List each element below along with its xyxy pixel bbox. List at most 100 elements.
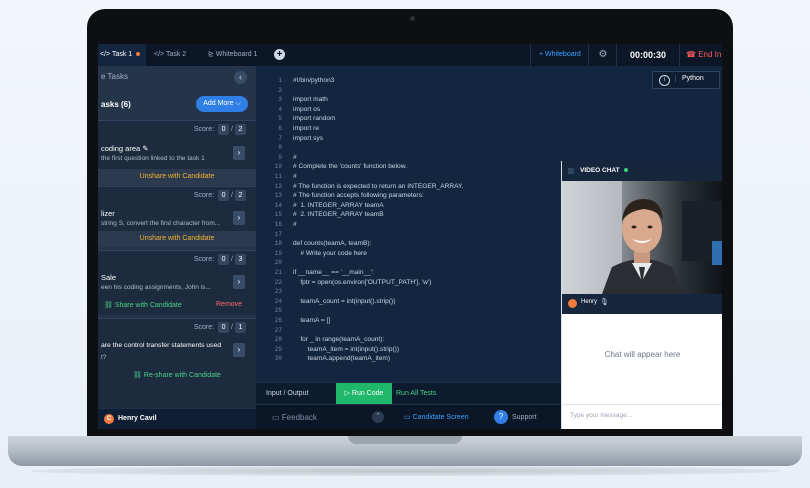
tab-label: </> Task 1 xyxy=(100,51,133,58)
run-code-button[interactable]: ▷ Run Code xyxy=(336,383,392,405)
laptop-shadow xyxy=(30,466,780,476)
code-text: # 1. INTEGER_ARRAY teamA xyxy=(293,201,384,209)
line-number: 26 xyxy=(274,317,282,324)
line-number: 25 xyxy=(274,307,282,315)
live-indicator-icon xyxy=(623,168,628,173)
line-number: 6 xyxy=(278,125,282,132)
code-text: teamA_count = int(input().strip()) xyxy=(293,297,396,305)
score-display: Score: 0/3 xyxy=(194,254,248,265)
unshare-button[interactable]: Unshare with Candidate xyxy=(98,169,256,185)
tab-task-1[interactable]: </> Task 1 xyxy=(98,44,146,66)
share-button[interactable]: ⛓ Share with Candidate xyxy=(104,301,182,309)
line-number: 28 xyxy=(274,336,282,344)
tab-label: ⊵ Whiteboard 1 xyxy=(208,51,258,58)
add-tab-icon[interactable]: + xyxy=(274,49,285,60)
score-value-input[interactable]: 0 xyxy=(218,254,230,265)
line-number: 12 xyxy=(274,182,282,190)
task-card[interactable]: Score: 0/1 are the control transfer stat… xyxy=(98,318,256,408)
line-number: 19 xyxy=(274,249,282,257)
tab-task-2[interactable]: </> Task 2 xyxy=(154,44,186,66)
task-card[interactable]: Score: 0/3 Sale een his coding assignmen… xyxy=(98,250,256,315)
feedback-button[interactable]: ▭ Feedback xyxy=(272,405,317,429)
code-line: 5 import random xyxy=(256,114,722,124)
chat-messages: Chat will appear here xyxy=(562,314,722,404)
code-text: #!/bin/python3 xyxy=(293,77,335,84)
code-line: 1 #!/bin/python3 xyxy=(256,76,722,86)
score-max: 3 xyxy=(235,254,246,265)
chevron-up-icon[interactable]: ⌃ xyxy=(372,411,384,423)
current-user-bar: C Henry Cavil xyxy=(98,408,256,429)
task-title: coding area ✎ xyxy=(101,144,149,153)
collapse-panel-icon[interactable]: ‹ xyxy=(234,71,247,84)
user-name: Henry Cavil xyxy=(118,415,157,422)
remove-button[interactable]: Remove xyxy=(216,301,242,308)
unsaved-dot-icon xyxy=(136,52,141,57)
candidate-screen-button[interactable]: ▭ Candidate Screen xyxy=(404,405,469,429)
mic-muted-icon[interactable]: 🎙 xyxy=(600,298,609,306)
score-value-input[interactable]: 0 xyxy=(218,190,230,201)
score-max: 1 xyxy=(235,322,246,333)
chat-input[interactable] xyxy=(568,411,712,420)
line-number: 20 xyxy=(274,259,282,267)
line-number: 4 xyxy=(278,105,282,113)
feedback-icon: ▭ xyxy=(272,413,280,422)
gear-icon[interactable]: ⚙ xyxy=(588,44,617,66)
task-card[interactable]: Score: 0/2 lizer string S, convert the f… xyxy=(98,186,256,247)
code-text: teamA = [] xyxy=(293,317,331,324)
score-value-input[interactable]: 0 xyxy=(218,124,230,135)
unshare-button[interactable]: Unshare with Candidate xyxy=(98,231,256,247)
reshare-button[interactable]: ⛓ Re-share with Candidate xyxy=(98,371,256,379)
task-title: Sale xyxy=(101,273,117,282)
chevron-right-icon[interactable]: › xyxy=(233,275,245,289)
line-number: 24 xyxy=(274,297,282,305)
end-label: End In xyxy=(698,50,722,59)
participant-avatar xyxy=(568,299,577,308)
code-text: def counts(teamA, teamB): xyxy=(293,240,372,248)
code-line: 6 import re xyxy=(256,124,722,134)
end-interview-button[interactable]: ☎ End In xyxy=(680,44,721,66)
code-text: # xyxy=(293,173,297,180)
code-line: 7 import sys xyxy=(256,134,722,144)
chevron-right-icon[interactable]: › xyxy=(233,343,245,357)
feedback-label: Feedback xyxy=(281,413,317,422)
score-value-input[interactable]: 0 xyxy=(218,322,230,333)
code-text: # 2. INTEGER_ARRAY teamB xyxy=(293,211,384,219)
task-card[interactable]: Score: 0/2 coding area ✎ the first quest… xyxy=(98,120,256,185)
run-all-tests-button[interactable]: Run All Tests xyxy=(396,383,436,405)
chevron-right-icon[interactable]: › xyxy=(233,146,245,160)
code-text: import sys xyxy=(293,134,324,142)
score-label: Score: xyxy=(193,256,215,263)
line-number: 2 xyxy=(278,86,282,94)
line-number: 8 xyxy=(278,144,282,152)
video-chat-title: VIDEO CHAT xyxy=(580,161,628,181)
video-chat-title-text: VIDEO CHAT xyxy=(580,167,620,174)
laptop-notch xyxy=(348,436,462,444)
code-text: teamA.append(teamA_item) xyxy=(293,355,391,363)
support-button[interactable]: Support xyxy=(512,405,537,429)
add-whiteboard-button[interactable]: + Whiteboard xyxy=(530,44,589,66)
camera-icon xyxy=(568,168,574,174)
tab-whiteboard-1[interactable]: ⊵ Whiteboard 1 xyxy=(208,44,257,66)
phone-hangup-icon: ☎ xyxy=(686,50,696,59)
code-text: import random xyxy=(293,115,336,123)
line-number: 16 xyxy=(274,221,282,228)
avatar: C xyxy=(104,414,114,424)
task-description: een his coding assignments, John is... xyxy=(101,284,211,291)
code-line: 4 import os xyxy=(256,105,722,115)
screen-icon: ▭ xyxy=(404,414,411,421)
add-more-button[interactable]: Add More ⌵ xyxy=(196,96,248,112)
score-label: Score: xyxy=(193,192,215,199)
chat-input-box[interactable] xyxy=(562,404,722,429)
score-max: 2 xyxy=(235,124,246,135)
task-count: asks (6) xyxy=(101,100,131,109)
video-chat-header: VIDEO CHAT xyxy=(562,161,722,181)
task-title: are the control transfer statements used xyxy=(101,342,222,349)
chevron-right-icon[interactable]: › xyxy=(233,211,245,225)
task-title: lizer xyxy=(101,209,115,218)
line-number: 3 xyxy=(278,96,282,104)
support-icon[interactable]: ? xyxy=(494,410,508,424)
participant-name: Henry xyxy=(581,299,598,305)
line-number: 30 xyxy=(274,355,282,363)
video-chat-panel: VIDEO CHAT Henry 🎙 Chat will appear here… xyxy=(561,161,722,429)
input-output-tab[interactable]: Input / Output xyxy=(266,383,308,405)
